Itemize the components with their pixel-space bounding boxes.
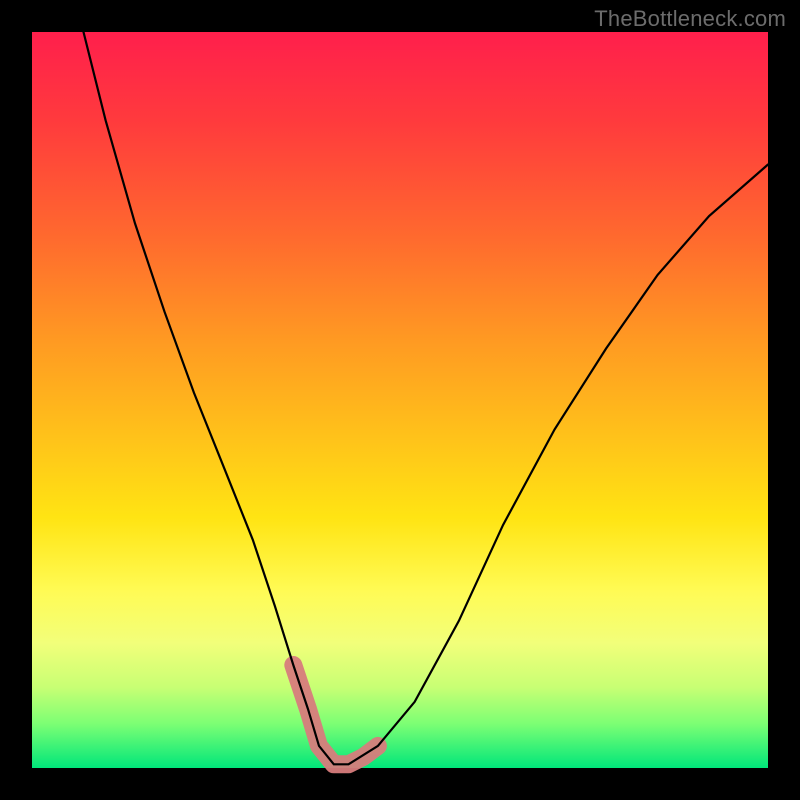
bottleneck-curve [84,32,769,764]
valley-highlight [293,665,378,764]
chart-frame: TheBottleneck.com [0,0,800,800]
watermark-label: TheBottleneck.com [594,6,786,32]
curve-svg [32,32,768,768]
plot-area [32,32,768,768]
